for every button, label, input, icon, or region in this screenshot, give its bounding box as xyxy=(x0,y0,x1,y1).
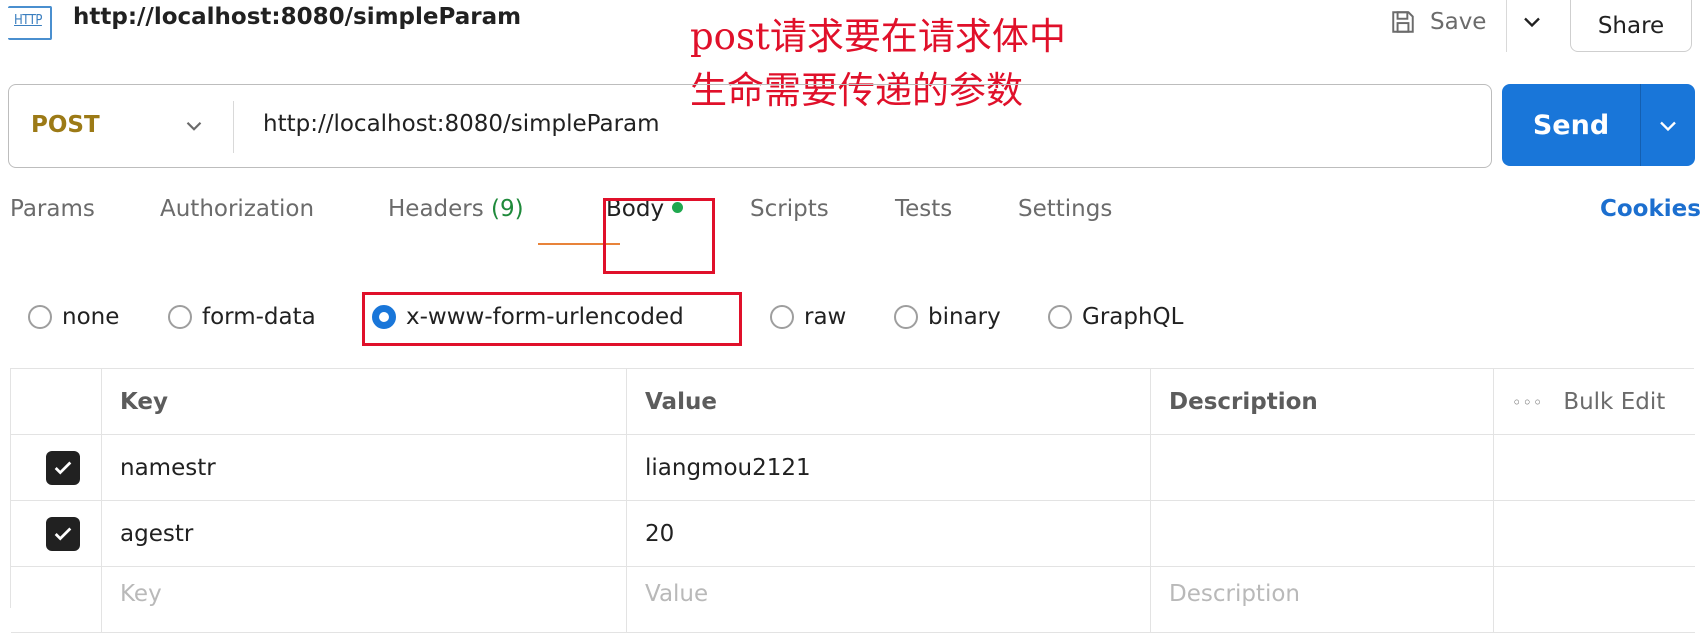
radio-form-data[interactable]: form-data xyxy=(168,304,316,330)
radio-circle[interactable] xyxy=(28,305,52,329)
http-request-icon: HTTP xyxy=(8,6,52,40)
radio-graphql[interactable]: GraphQL xyxy=(1048,304,1183,330)
tab-label: Tests xyxy=(895,196,953,222)
body-type-options: none form-data x-www-form-urlencoded raw… xyxy=(0,304,1701,344)
more-options-icon[interactable]: ◦◦◦ xyxy=(1512,393,1543,412)
tab-settings[interactable]: Settings xyxy=(1018,196,1112,222)
tab-label: Settings xyxy=(1018,196,1113,222)
table-row: agestr 20 xyxy=(11,501,1695,567)
request-tabs: Params Authorization Headers (9) Body Sc… xyxy=(0,196,1701,246)
save-label: Save xyxy=(1430,9,1487,35)
radio-raw[interactable]: raw xyxy=(770,304,846,330)
row-checkbox[interactable] xyxy=(46,451,80,485)
radio-label: binary xyxy=(928,304,1001,330)
tab-params[interactable]: Params xyxy=(10,196,95,222)
radio-label: raw xyxy=(804,304,847,330)
tab-label: Params xyxy=(10,196,95,222)
checkmark-icon xyxy=(54,461,72,475)
save-button[interactable]: Save xyxy=(1390,4,1486,40)
share-button[interactable]: Share xyxy=(1570,0,1692,52)
url-bar: POST xyxy=(8,84,1492,168)
url-divider xyxy=(233,101,234,153)
send-divider xyxy=(1640,84,1641,166)
checkmark-icon xyxy=(54,527,72,541)
key-placeholder[interactable]: Key xyxy=(102,567,627,633)
radio-circle-selected[interactable] xyxy=(372,305,396,329)
radio-circle[interactable] xyxy=(168,305,192,329)
tab-authorization[interactable]: Authorization xyxy=(160,196,314,222)
bulk-edit-label: Bulk Edit xyxy=(1563,389,1666,415)
row-checkbox-cell xyxy=(11,435,102,501)
method-select[interactable]: POST xyxy=(31,112,100,138)
radio-label: form-data xyxy=(202,304,316,330)
key-cell[interactable]: agestr xyxy=(102,501,627,567)
radio-label: x-www-form-urlencoded xyxy=(406,304,684,330)
radio-label: none xyxy=(62,304,120,330)
row-actions-cell xyxy=(1494,435,1695,501)
radio-none[interactable]: none xyxy=(28,304,119,330)
highlight-box-body-tab xyxy=(603,198,715,274)
radio-circle[interactable] xyxy=(894,305,918,329)
row-actions-cell xyxy=(1494,567,1695,633)
tab-tests[interactable]: Tests xyxy=(895,196,952,222)
tab-label: Authorization xyxy=(160,196,315,222)
row-checkbox-cell xyxy=(11,501,102,567)
header-divider xyxy=(1506,0,1507,52)
column-header-key: Key xyxy=(102,369,627,435)
key-cell[interactable]: namestr xyxy=(102,435,627,501)
body-params-table: Key Value Description ◦◦◦ Bulk Edit name… xyxy=(10,368,1695,633)
table-header-row: Key Value Description ◦◦◦ Bulk Edit xyxy=(11,369,1695,435)
tab-label: Headers xyxy=(388,196,484,222)
radio-x-www-form-urlencoded[interactable]: x-www-form-urlencoded xyxy=(372,304,684,330)
table-header-cell xyxy=(11,369,102,435)
bulk-edit-button[interactable]: ◦◦◦ Bulk Edit xyxy=(1494,369,1695,435)
tab-scripts[interactable]: Scripts xyxy=(750,196,829,222)
url-input[interactable] xyxy=(261,110,1461,138)
send-button-group: Send xyxy=(1502,84,1695,166)
chevron-down-icon[interactable] xyxy=(181,113,207,139)
table-row: namestr liangmou2121 xyxy=(11,435,1695,501)
column-header-value: Value xyxy=(627,369,1151,435)
column-header-description: Description xyxy=(1151,369,1494,435)
description-placeholder[interactable]: Description xyxy=(1151,567,1494,633)
tab-headers[interactable]: Headers (9) xyxy=(388,196,524,222)
http-icon-label: HTTP xyxy=(14,13,42,28)
row-checkbox-cell xyxy=(11,567,102,633)
description-cell[interactable] xyxy=(1151,501,1494,567)
radio-circle[interactable] xyxy=(770,305,794,329)
request-title[interactable]: http://localhost:8080/simpleParam xyxy=(73,4,521,30)
chevron-down-icon[interactable] xyxy=(1518,8,1546,36)
row-actions-cell xyxy=(1494,501,1695,567)
tab-label: Scripts xyxy=(750,196,829,222)
value-cell[interactable]: liangmou2121 xyxy=(627,435,1151,501)
table-row-placeholder: Key Value Description xyxy=(11,567,1695,633)
save-icon xyxy=(1392,11,1414,33)
send-button[interactable]: Send xyxy=(1502,84,1640,166)
value-placeholder[interactable]: Value xyxy=(627,567,1151,633)
description-cell[interactable] xyxy=(1151,435,1494,501)
chevron-down-icon[interactable] xyxy=(1654,112,1682,140)
row-checkbox[interactable] xyxy=(46,517,80,551)
headers-count: (9) xyxy=(491,196,524,222)
radio-label: GraphQL xyxy=(1082,304,1184,330)
radio-binary[interactable]: binary xyxy=(894,304,1001,330)
radio-circle[interactable] xyxy=(1048,305,1072,329)
value-cell[interactable]: 20 xyxy=(627,501,1151,567)
cookies-link[interactable]: Cookies xyxy=(1600,196,1701,222)
